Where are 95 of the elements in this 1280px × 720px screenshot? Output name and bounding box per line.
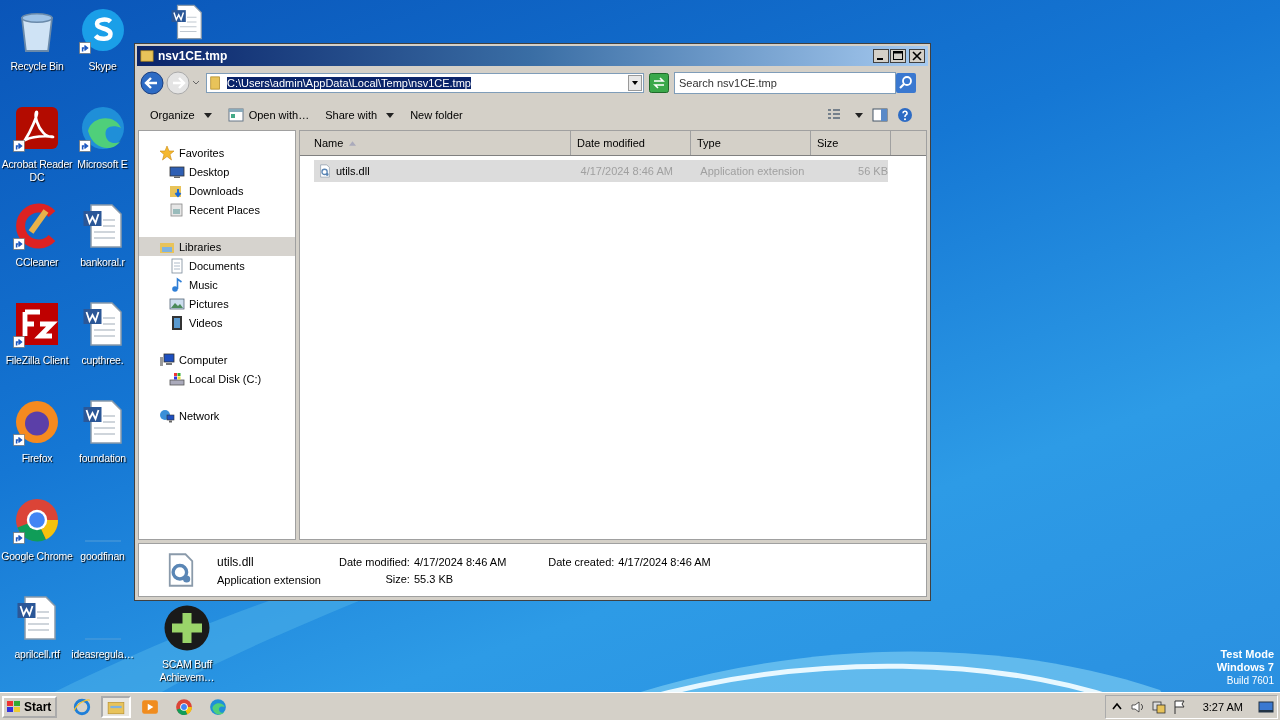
search-field[interactable]: Search nsv1CE.tmp [674, 72, 896, 94]
document-icon [169, 201, 185, 218]
detail-value: 4/17/2024 8:46 AM [618, 555, 711, 568]
nav-item[interactable]: Libraries [139, 237, 295, 256]
computer-icon [159, 351, 175, 368]
nav-item[interactable]: Downloads [139, 181, 295, 200]
speaker-icon[interactable] [1129, 698, 1146, 715]
gamepad-icon[interactable] [163, 604, 211, 652]
dropdown-button[interactable] [628, 75, 642, 91]
close-button[interactable] [909, 49, 925, 63]
detail-value: 4/17/2024 8:46 AM [413, 555, 507, 568]
desktop-icon-label[interactable]: cupthree. [81, 354, 124, 367]
detail-value: 55.3 KB [413, 572, 455, 585]
browser-icon [73, 697, 92, 716]
desktop-icon-label[interactable]: Skype [88, 60, 117, 73]
nav-item[interactable]: Network [139, 406, 295, 425]
nav-item[interactable]: Pictures [139, 294, 295, 313]
file-row[interactable]: utils.dll 4/17/2024 8:46 AM Application extension 56 KB [314, 160, 888, 182]
caret-icon [203, 112, 212, 118]
detail-label: Size: [385, 572, 410, 585]
file-name: utils.dll [336, 165, 370, 177]
desktop-icon-label[interactable]: Recycle Bin [10, 60, 64, 73]
windows-logo-icon [6, 698, 22, 715]
column-header[interactable]: Type [691, 131, 811, 155]
nav-item[interactable]: Documents [139, 256, 295, 275]
address-field[interactable]: C:\Users\admin\AppData\Local\Temp\nsv1CE.tmp [206, 73, 644, 93]
caret-icon [386, 112, 395, 118]
nav-item[interactable]: Favorites [139, 143, 295, 162]
monitor-icon [169, 163, 185, 180]
toolbar-button[interactable]: Share with [317, 106, 403, 124]
document-icon [169, 257, 185, 274]
file-date: 4/17/2024 8:46 AM [579, 165, 674, 177]
file-size: 56 KB [857, 165, 888, 177]
desktop-icon-label[interactable]: bankoral.r [80, 256, 125, 269]
toolbar-button[interactable]: Open with… [219, 104, 318, 126]
column-header[interactable]: Size [811, 131, 891, 155]
refresh-button[interactable] [649, 73, 669, 93]
desktop-icon-label[interactable]: aprilcell.rtf [14, 648, 60, 661]
nav-item[interactable]: Videos [139, 313, 295, 332]
minimize-button[interactable] [873, 49, 889, 63]
star-icon [159, 144, 175, 161]
detail-label: Date created: [548, 555, 615, 568]
column-header[interactable]: Name [300, 131, 571, 155]
nav-item[interactable]: Computer [139, 350, 295, 369]
file-type: Application extension [700, 165, 806, 177]
start-button[interactable]: Start [2, 695, 58, 718]
address-text: C:\Users\admin\AppData\Local\Temp\nsv1CE.tmp [227, 77, 471, 89]
clock[interactable]: 3:27 AM [1202, 700, 1243, 713]
picture-icon [169, 295, 185, 312]
toolbar-button[interactable]: Organize [142, 106, 220, 124]
desktop-icon-label[interactable]: Microsoft E [77, 158, 128, 171]
preview-pane-icon[interactable] [872, 107, 888, 123]
file-type: Application extension [217, 573, 321, 586]
search-icon[interactable] [896, 73, 916, 93]
system-notice-text: Test Mode [1220, 648, 1274, 661]
system-notice-text: Build 7601 [1226, 674, 1274, 687]
disk-icon [169, 370, 185, 387]
desktop-icon-label[interactable]: Google Chrome [1, 550, 73, 563]
toolbar-button[interactable]: New folder [402, 106, 471, 124]
music-note-icon [169, 276, 185, 293]
desktop-icon-label[interactable]: Firefox [21, 452, 53, 465]
desktop-icon-label[interactable]: FileZilla Client [5, 354, 69, 367]
globe-icon [159, 407, 175, 424]
window-title: nsv1CE.tmp [158, 49, 229, 63]
browser-icon[interactable] [13, 398, 61, 446]
nav-item[interactable]: Recent Places [139, 200, 295, 219]
app-icon[interactable] [13, 300, 61, 348]
help-icon[interactable] [897, 107, 913, 123]
flag-icon[interactable] [1171, 698, 1188, 715]
nav-item[interactable]: Local Disk (C:) [139, 369, 295, 388]
window-icon [227, 107, 244, 123]
file-name: utils.dll [217, 554, 255, 569]
film-icon [169, 314, 185, 331]
network-icon[interactable] [1150, 698, 1167, 715]
column-header[interactable]: Date modified [571, 131, 691, 155]
back-button[interactable] [140, 71, 164, 95]
maximize-button[interactable] [890, 49, 906, 63]
app-icon[interactable] [13, 104, 61, 152]
folder-icon [209, 75, 223, 91]
desktop-icon-label[interactable]: Acrobat Reader DC [0, 158, 74, 184]
browser-icon [209, 697, 228, 716]
detail-label: Date modified: [339, 555, 410, 568]
desktop-icon-label[interactable]: goodfinan [80, 550, 125, 563]
desktop-icon-label[interactable]: CCleaner [15, 256, 59, 269]
browser-icon[interactable] [13, 496, 61, 544]
browser-icon [175, 697, 194, 716]
caret-icon[interactable] [855, 112, 863, 118]
nav-item[interactable]: Desktop [139, 162, 295, 181]
nav-item[interactable]: Music [139, 275, 295, 294]
play-icon [141, 697, 160, 716]
desktop-icon-label[interactable]: foundation [78, 452, 126, 465]
show-desktop-button[interactable] [1258, 698, 1274, 715]
system-notice-text: Windows 7 [1216, 661, 1274, 674]
folder-icon [140, 49, 154, 63]
desktop-icon-label[interactable]: ideasregula… [71, 648, 134, 661]
